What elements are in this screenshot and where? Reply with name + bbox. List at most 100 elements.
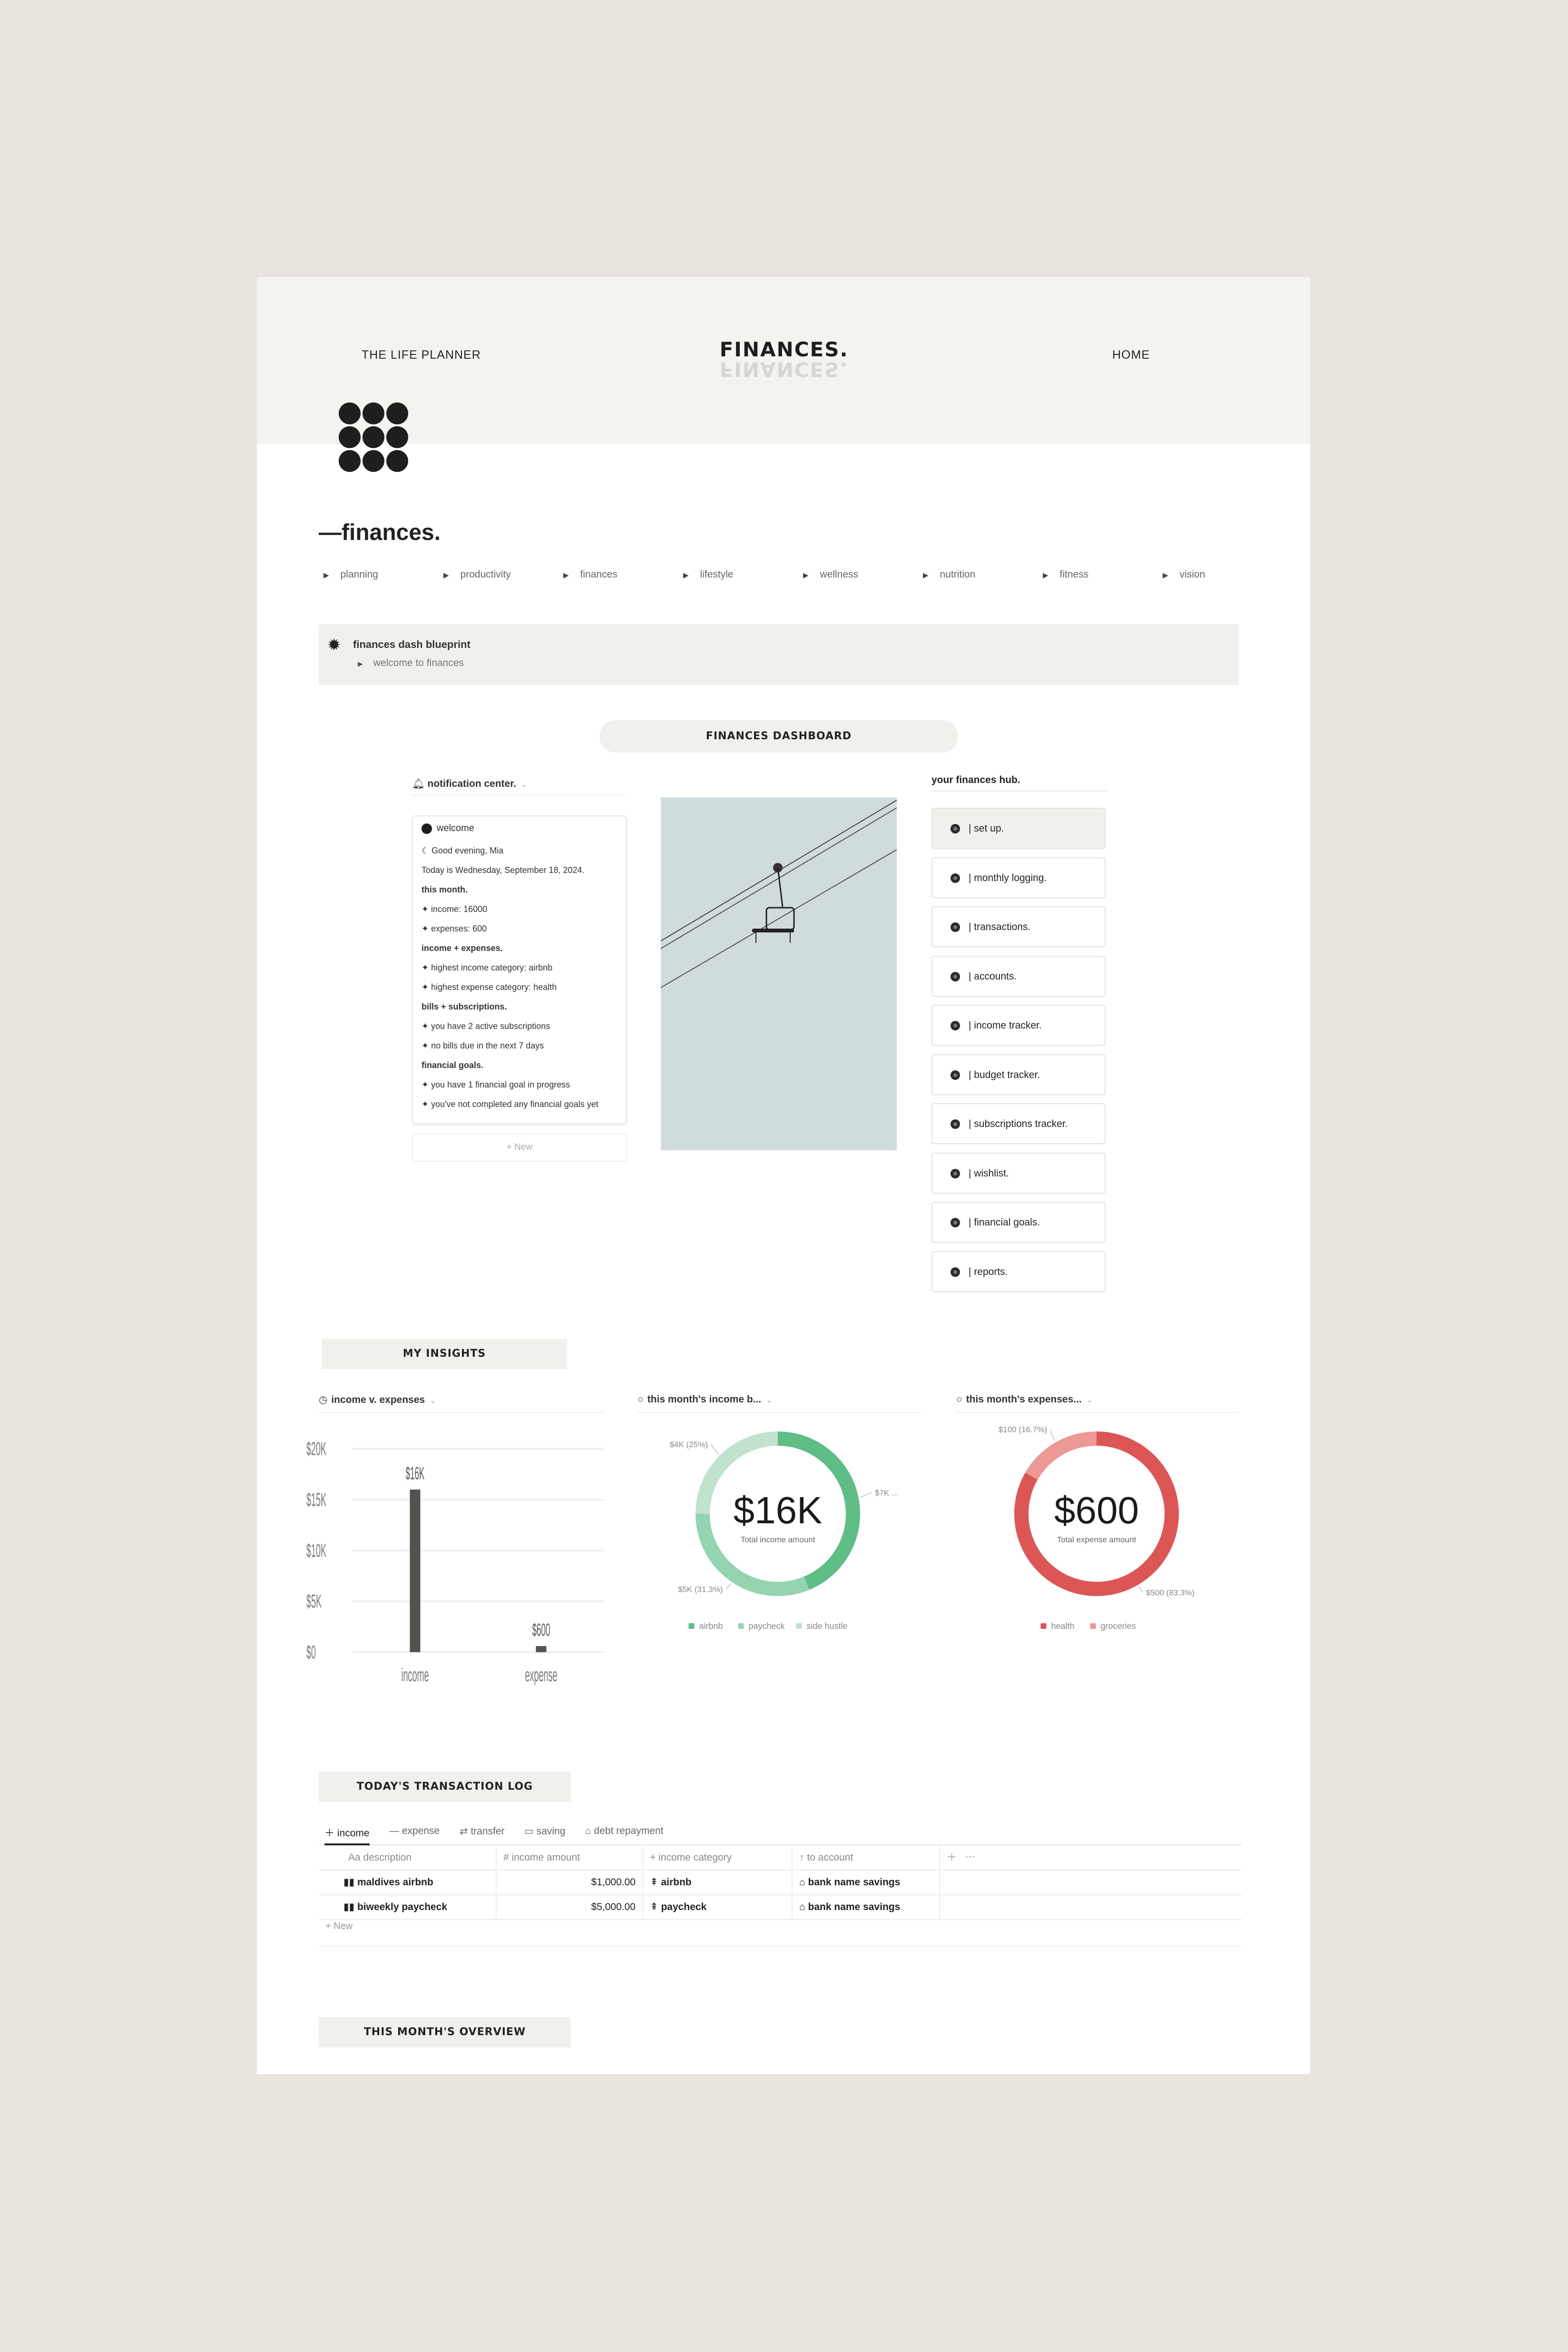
y-tick-label: $15K bbox=[306, 1490, 326, 1510]
category-vision[interactable]: ▶ vision bbox=[1163, 569, 1205, 580]
category-cell[interactable]: ⇞ paycheck bbox=[643, 1895, 793, 1919]
category-cell[interactable]: ⇞ airbnb bbox=[643, 1871, 793, 1894]
sparkle-icon: ✦ bbox=[421, 963, 431, 972]
chart-header-income-breakdown[interactable]: ○ this month's income b... ⌄ bbox=[637, 1394, 921, 1413]
notification-line: income + expenses. bbox=[421, 943, 503, 953]
legend-swatch bbox=[1090, 1623, 1096, 1629]
account-text: bank name savings bbox=[808, 1901, 901, 1912]
notification-center-header[interactable]: 🔔︎ notification center. ⌄ bbox=[412, 778, 625, 795]
hub-item[interactable]: | subscriptions tracker. bbox=[931, 1103, 1106, 1144]
toggle-triangle-icon: ▶ bbox=[443, 571, 449, 579]
category-planning[interactable]: ▶ planning bbox=[323, 569, 378, 580]
hub-item[interactable]: | income tracker. bbox=[931, 1005, 1106, 1046]
hub-item-label: | reports. bbox=[969, 1266, 1008, 1277]
header-banner: THE LIFE PLANNER FINANCES. FINANCES. HOM… bbox=[257, 277, 1310, 444]
bar-expense[interactable] bbox=[536, 1646, 547, 1652]
slice-groceries[interactable] bbox=[1025, 1431, 1097, 1480]
hub-item[interactable]: | set up. bbox=[931, 808, 1106, 849]
x-tick-label: income bbox=[401, 1665, 429, 1686]
slice-data-label: $4K (25%) bbox=[670, 1440, 708, 1449]
money-icon: ⇞ bbox=[650, 1901, 661, 1912]
category-fitness[interactable]: ▶ fitness bbox=[1043, 569, 1088, 580]
gondola-photo bbox=[660, 797, 897, 1150]
ring-icon: ○ bbox=[956, 1394, 962, 1405]
category-nutrition[interactable]: ▶ nutrition bbox=[923, 569, 975, 580]
category-nav: ▶ planning ▶ productivity ▶ finances ▶ lifes… bbox=[323, 569, 1275, 588]
category-label: finances bbox=[580, 569, 617, 580]
notification-card[interactable]: welcome ☾ Good evening, Mia Today is Wedn… bbox=[412, 815, 627, 1125]
column-header-to-account[interactable]: ↑ to account bbox=[793, 1846, 940, 1870]
tab-debt-repayment[interactable]: ⌂ debt repayment bbox=[585, 1825, 663, 1837]
amount-cell[interactable]: $5,000.00 bbox=[497, 1895, 643, 1919]
income-v-expenses-chart: $0 $5K $10K $15K $20K $16K income $600 expense bbox=[306, 1439, 604, 1686]
bank-icon: ⌂ bbox=[799, 1877, 808, 1888]
sparkle-icon: ✦ bbox=[421, 924, 431, 933]
home-link[interactable]: HOME bbox=[1112, 348, 1150, 362]
page-title: —finances. bbox=[319, 520, 441, 545]
notification-line: ✦ highest expense category: health bbox=[421, 982, 557, 992]
account-cell[interactable]: ⌂ bank name savings bbox=[793, 1871, 940, 1894]
target-icon bbox=[951, 1119, 960, 1129]
y-tick-label: $0 bbox=[306, 1642, 316, 1663]
category-lifestyle[interactable]: ▶ lifestyle bbox=[683, 569, 734, 580]
description-cell[interactable]: ▮▮ biweekly paycheck bbox=[319, 1895, 497, 1919]
hub-item[interactable]: | financial goals. bbox=[931, 1202, 1106, 1243]
blueprint-toggle[interactable]: ▶ welcome to finances bbox=[358, 657, 464, 669]
hub-item-label: | subscriptions tracker. bbox=[969, 1118, 1068, 1129]
hub-item[interactable]: | budget tracker. bbox=[931, 1054, 1106, 1095]
column-header-income-amount[interactable]: # income amount bbox=[497, 1846, 643, 1870]
category-label: planning bbox=[340, 569, 378, 580]
tab-expense[interactable]: — expense bbox=[389, 1825, 440, 1837]
add-column-button[interactable]: ＋ ⋯ bbox=[940, 1846, 1035, 1870]
description-text: biweekly paycheck bbox=[357, 1901, 448, 1912]
hub-item[interactable]: | wishlist. bbox=[931, 1152, 1106, 1194]
hub-item[interactable]: | transactions. bbox=[931, 906, 1106, 947]
tab-transfer[interactable]: ⇄ transfer bbox=[460, 1825, 505, 1837]
notification-line: bills + subscriptions. bbox=[421, 1002, 507, 1012]
plus-icon: ＋ bbox=[324, 1828, 337, 1839]
chart-header-income-v-expenses[interactable]: ◷ income v. expenses ⌄ bbox=[319, 1394, 604, 1413]
minus-icon: — bbox=[389, 1825, 402, 1836]
category-productivity[interactable]: ▶ productivity bbox=[443, 569, 511, 580]
table-header-row: Aa description # income amount + income … bbox=[319, 1846, 1242, 1871]
table-row[interactable]: ▮▮ biweekly paycheck $5,000.00 ⇞ paychec… bbox=[319, 1895, 1242, 1920]
hub-item-label: | accounts. bbox=[969, 970, 1017, 982]
notification-text: income + expenses. bbox=[421, 943, 503, 953]
category-label: nutrition bbox=[940, 569, 976, 580]
account-text: bank name savings bbox=[808, 1877, 901, 1888]
new-row-button[interactable]: + New bbox=[325, 1921, 353, 1932]
notification-line: ✦ highest income category: airbnb bbox=[421, 963, 552, 973]
tab-saving[interactable]: ▭ saving bbox=[524, 1825, 565, 1837]
bar-income[interactable] bbox=[410, 1490, 421, 1652]
new-notification-button[interactable]: + New bbox=[412, 1133, 627, 1162]
table-row[interactable]: ▮▮ maldives airbnb $1,000.00 ⇞ airbnb ⌂ … bbox=[319, 1871, 1242, 1895]
notification-line: ☾ Good evening, Mia bbox=[421, 846, 503, 856]
category-finances[interactable]: ▶ finances bbox=[563, 569, 617, 580]
bar-data-label: $16K bbox=[406, 1464, 425, 1483]
chevron-down-icon: ⌄ bbox=[1086, 1396, 1093, 1404]
hub-item-label: | set up. bbox=[969, 823, 1004, 834]
hub-item[interactable]: | accounts. bbox=[931, 955, 1106, 997]
tab-income[interactable]: ＋ income bbox=[324, 1825, 370, 1845]
slice-data-label: $5K (31.3%) bbox=[678, 1585, 723, 1594]
slice-leader-line bbox=[1049, 1429, 1055, 1441]
amount-cell[interactable]: $1,000.00 bbox=[497, 1871, 643, 1894]
legend-label: paycheck bbox=[749, 1621, 785, 1631]
target-icon bbox=[951, 1218, 960, 1227]
sparkle-icon: ✦ bbox=[421, 1099, 431, 1109]
slice-data-label: $500 (83.3%) bbox=[1146, 1588, 1195, 1597]
notification-line: ✦ you've not completed any financial goa… bbox=[421, 1099, 598, 1109]
page-icon: ▮▮ bbox=[343, 1901, 357, 1912]
chart-header-expense-breakdown[interactable]: ○ this month's expenses... ⌄ bbox=[956, 1394, 1239, 1413]
hub-item[interactable]: | monthly logging. bbox=[931, 857, 1106, 898]
column-header-description[interactable]: Aa description bbox=[319, 1846, 497, 1870]
life-planner-link[interactable]: THE LIFE PLANNER bbox=[362, 348, 481, 362]
column-header-income-category[interactable]: + income category bbox=[643, 1846, 793, 1870]
category-wellness[interactable]: ▶ wellness bbox=[803, 569, 858, 580]
notification-text: you have 1 financial goal in progress bbox=[431, 1080, 570, 1089]
notification-line: ✦ you have 1 financial goal in progress bbox=[421, 1080, 570, 1090]
description-cell[interactable]: ▮▮ maldives airbnb bbox=[319, 1871, 497, 1894]
chevron-down-icon: ⌄ bbox=[430, 1397, 436, 1405]
hub-item[interactable]: | reports. bbox=[931, 1251, 1106, 1292]
account-cell[interactable]: ⌂ bank name savings bbox=[793, 1895, 940, 1919]
